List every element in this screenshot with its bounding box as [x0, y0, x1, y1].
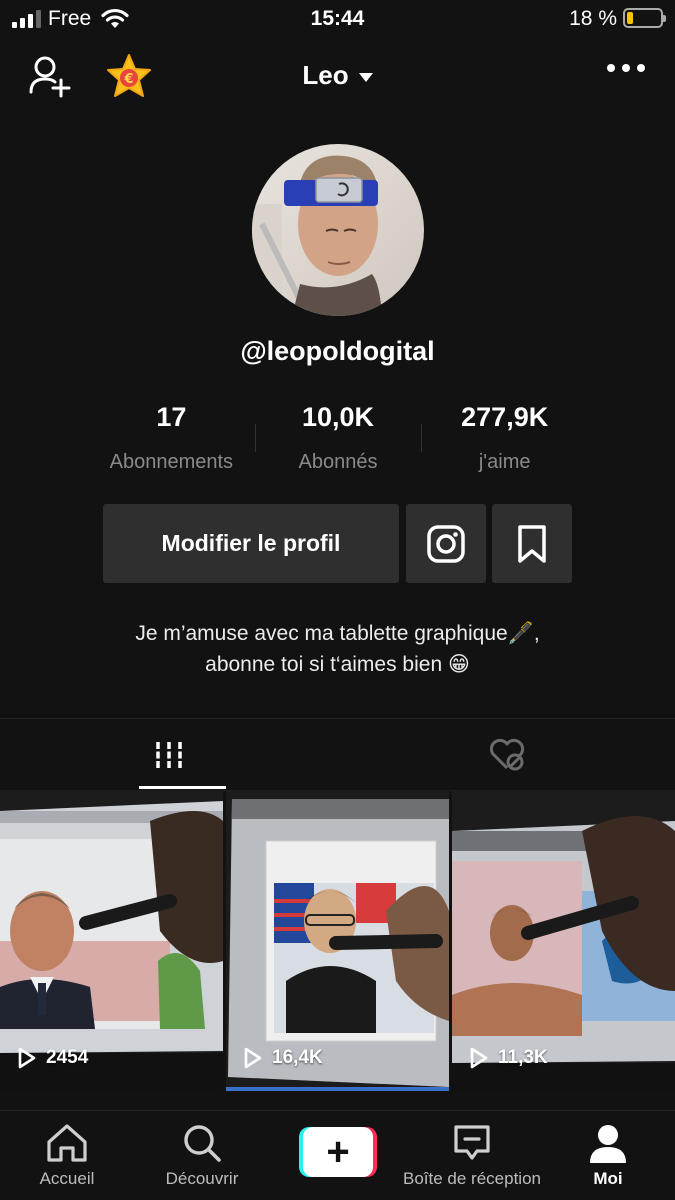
more-icon[interactable]	[607, 64, 645, 72]
bottom-nav: Accueil Découvrir + Boîte de réception M…	[0, 1110, 675, 1200]
stat-followers[interactable]: 10,0K Abonnés	[254, 402, 422, 482]
stat-likes[interactable]: 277,9K j'aime	[421, 402, 588, 482]
battery-percent: 18 %	[569, 7, 617, 30]
instagram-icon	[427, 524, 465, 563]
profile-screen: Free 15:44 18 % € Leo @leopoldogital 17 …	[0, 0, 675, 1200]
profile-name-switcher[interactable]: Leo	[0, 60, 675, 91]
inbox-icon	[454, 1125, 490, 1160]
nav-inbox[interactable]: Boîte de réception	[392, 1111, 552, 1200]
grid-icon	[155, 741, 182, 768]
tab-videos[interactable]	[0, 719, 337, 790]
liked-hidden-icon	[489, 738, 524, 770]
edit-profile-button[interactable]: Modifier le profil	[103, 504, 399, 583]
view-count: 11,3K	[470, 1047, 548, 1069]
play-icon	[18, 1047, 36, 1069]
avatar[interactable]	[252, 144, 424, 316]
caret-down-icon	[358, 72, 373, 82]
stat-value: 17	[156, 402, 187, 432]
video-thumbnail[interactable]: 2454	[0, 791, 223, 1091]
username: @leopoldogital	[240, 336, 435, 366]
video-thumbnail[interactable]: 11,3K	[452, 791, 675, 1091]
tab-liked[interactable]	[338, 719, 675, 790]
nav-profile[interactable]: Moi	[578, 1111, 638, 1200]
nav-label: Boîte de réception	[403, 1169, 541, 1188]
bookmark-icon	[518, 524, 546, 563]
bio-line: abonne toi si t‘aimes bien 😁	[205, 653, 470, 676]
profile-bio: Je m’amuse avec ma tablette graphique🖋️,…	[0, 618, 675, 680]
profile-name: Leo	[302, 60, 349, 90]
content-tabs	[0, 719, 675, 790]
stat-value: 277,9K	[461, 402, 549, 432]
favorites-button[interactable]	[492, 504, 572, 583]
stat-value: 10,0K	[301, 402, 375, 432]
play-icon	[244, 1047, 262, 1069]
battery-icon	[623, 8, 666, 28]
view-count-value: 2454	[46, 1047, 89, 1068]
nav-label: Accueil	[39, 1169, 95, 1188]
nav-label: Découvrir	[165, 1169, 239, 1188]
profile-stats: 17 Abonnements 10,0K Abonnés 277,9K j'ai…	[88, 402, 588, 482]
view-count: 2454	[18, 1047, 88, 1069]
nav-label: Moi	[593, 1169, 623, 1188]
video-grid: 2454 16,4K 11,3K	[0, 791, 675, 1111]
nav-create[interactable]: +	[298, 1111, 378, 1200]
status-bar: Free 15:44 18 %	[0, 0, 675, 40]
view-count-value: 11,3K	[498, 1047, 548, 1068]
search-icon	[184, 1125, 221, 1162]
profile-icon	[590, 1125, 626, 1163]
stat-following[interactable]: 17 Abonnements	[88, 402, 255, 482]
stat-label: Abonnés	[298, 451, 378, 473]
stat-label: j'aime	[478, 451, 531, 473]
nav-discover[interactable]: Découvrir	[150, 1111, 254, 1200]
profile-header: € Leo	[0, 48, 675, 104]
bio-line: Je m’amuse avec ma tablette graphique🖋️,	[135, 622, 540, 645]
active-tab-indicator	[139, 786, 226, 789]
create-plus-icon: +	[299, 1127, 377, 1177]
instagram-button[interactable]	[406, 504, 486, 583]
play-icon	[470, 1047, 488, 1069]
view-count-value: 16,4K	[272, 1047, 323, 1068]
stat-label: Abonnements	[109, 451, 234, 473]
video-thumbnail[interactable]: 16,4K	[226, 791, 449, 1091]
view-count: 16,4K	[244, 1047, 323, 1069]
nav-home[interactable]: Accueil	[27, 1111, 107, 1200]
home-icon	[47, 1124, 87, 1162]
